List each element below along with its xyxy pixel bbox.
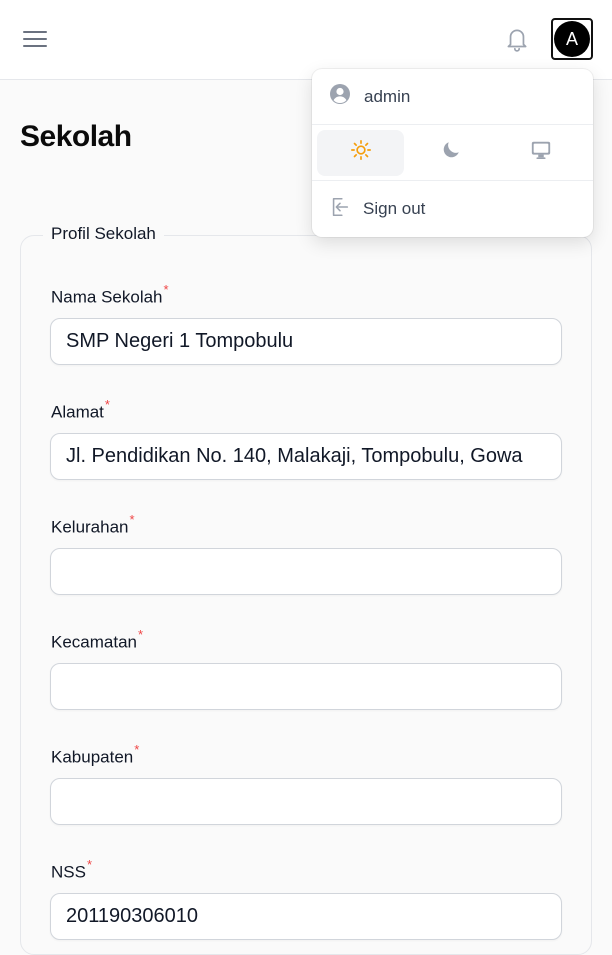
kelurahan-input[interactable] (50, 548, 562, 595)
monitor-icon (530, 139, 552, 166)
field-label-text: Kabupaten (51, 747, 134, 767)
dropdown-username: admin (364, 86, 411, 106)
field-label-text: Alamat (51, 402, 104, 422)
page-title: Sekolah (20, 120, 132, 153)
theme-switcher (312, 125, 593, 181)
field-label-nss: NSS* (51, 857, 93, 883)
section-legend: Profil Sekolah (43, 224, 164, 244)
theme-dark-button[interactable] (407, 130, 494, 176)
sun-icon (350, 139, 372, 166)
nss-input[interactable] (50, 893, 562, 940)
menu-icon[interactable] (22, 27, 48, 51)
sign-out-icon (329, 196, 351, 223)
user-menu-button[interactable]: A (551, 18, 593, 60)
field-label-kecamatan: Kecamatan* (51, 627, 144, 653)
sign-out-item[interactable]: Sign out (312, 181, 593, 237)
field-label-text: Kelurahan (51, 517, 129, 537)
moon-icon (440, 139, 462, 166)
kabupaten-input[interactable] (50, 778, 562, 825)
required-mark: * (163, 282, 169, 297)
field-label-alamat: Alamat* (51, 397, 110, 423)
field-label-text: NSS (51, 862, 86, 882)
field-label-kelurahan: Kelurahan* (51, 512, 135, 538)
required-mark: * (138, 627, 144, 642)
dropdown-user-row: admin (312, 69, 593, 125)
nama-sekolah-input[interactable] (50, 318, 562, 365)
required-mark: * (104, 397, 110, 412)
avatar: A (554, 21, 590, 57)
bell-icon[interactable] (502, 24, 532, 54)
user-circle-icon (329, 83, 351, 110)
alamat-input[interactable] (50, 433, 562, 480)
theme-light-button[interactable] (317, 129, 405, 176)
user-dropdown-menu: admin Sign out (312, 69, 593, 237)
theme-system-button[interactable] (498, 130, 585, 176)
field-label-text: Nama Sekolah (51, 287, 163, 307)
sign-out-label: Sign out (363, 199, 426, 218)
required-mark: * (129, 512, 135, 527)
field-label-nama-sekolah: Nama Sekolah* (51, 282, 169, 308)
field-label-kabupaten: Kabupaten* (51, 742, 140, 768)
field-label-text: Kecamatan (51, 632, 137, 652)
kecamatan-input[interactable] (50, 663, 562, 710)
required-mark: * (86, 857, 93, 872)
required-mark: * (134, 742, 140, 757)
top-bar: A (0, 0, 612, 80)
